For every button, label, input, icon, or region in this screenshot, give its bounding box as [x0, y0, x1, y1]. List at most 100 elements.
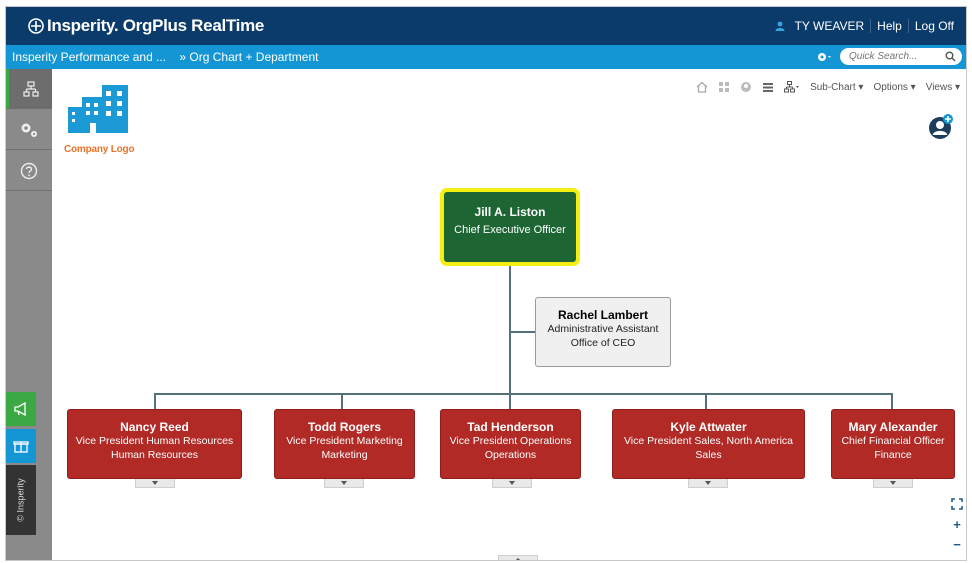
bottom-panel-toggle[interactable] [498, 555, 538, 560]
search-area [816, 48, 962, 65]
app-brand[interactable]: Insperity. OrgPlus RealTime [28, 16, 264, 36]
node-title: Chief Financial Officer [841, 435, 945, 447]
app-window: Insperity. OrgPlus RealTime TY WEAVER He… [5, 6, 967, 561]
list-icon [763, 83, 774, 92]
node-title: Vice President Sales, North America [623, 435, 794, 447]
megaphone-icon [14, 401, 26, 417]
org-node-cfo[interactable]: Mary Alexander Chief Financial Officer F… [831, 409, 955, 479]
node-name: Kyle Attwater [670, 420, 747, 434]
connector-vp-5 [891, 393, 893, 409]
user-link[interactable]: TY WEAVER [769, 19, 870, 33]
gears-icon [21, 123, 37, 137]
chart-toolbar: Sub-Chart ▾ Options ▾ Views ▾ [696, 81, 960, 93]
help-link[interactable]: Help [870, 19, 908, 33]
layout-dropdown[interactable] [784, 81, 800, 93]
photo-toggle-button[interactable] [740, 81, 752, 93]
person-circle-icon [741, 82, 752, 92]
hierarchy-icon [784, 81, 800, 93]
logoff-link[interactable]: Log Off [907, 19, 960, 33]
expand-arrow-icon [890, 481, 896, 485]
grid-icon [719, 82, 730, 92]
node-title: Administrative Assistant [547, 323, 659, 335]
collapse-arrow-icon [515, 557, 521, 560]
expand-button-hr[interactable] [135, 479, 175, 488]
node-department: Finance [874, 449, 912, 461]
gift-box-icon [13, 441, 29, 453]
expand-button-operations[interactable] [492, 479, 532, 488]
breadcrumb-item-2[interactable]: » Org Chart + Department [179, 50, 318, 64]
org-chart-canvas[interactable]: Company Logo Sub-Chart ▾ Options ▾ Views… [52, 69, 966, 560]
org-node-assistant[interactable]: Rachel Lambert Administrative Assistant … [535, 297, 671, 367]
connector-ceo-vertical [509, 266, 511, 394]
node-title: Vice President Marketing [286, 435, 403, 447]
company-logo: Company Logo [64, 81, 144, 155]
connector-vp-2 [341, 393, 343, 409]
zoom-out-button[interactable]: − [950, 537, 964, 552]
home-icon [696, 81, 708, 93]
node-department: Marketing [321, 449, 368, 461]
connector-assistant [511, 331, 535, 333]
node-name: Todd Rogers [307, 420, 382, 434]
insperity-tab-label: © Insperity [16, 478, 26, 522]
search-icon[interactable] [945, 51, 956, 62]
connector-vp-3 [509, 393, 511, 409]
add-person-icon[interactable] [928, 114, 954, 140]
insperity-tab[interactable]: © Insperity [6, 465, 36, 535]
company-logo-text: Company Logo [64, 144, 135, 155]
settings-dropdown-icon[interactable] [816, 50, 834, 64]
user-icon [775, 21, 785, 31]
help-circle-icon [20, 162, 38, 179]
node-department: Sales [695, 449, 722, 461]
user-menu: TY WEAVER Help Log Off [769, 19, 960, 33]
sidebar-settings[interactable] [6, 110, 52, 150]
node-name: Tad Henderson [467, 420, 554, 434]
search-box [840, 48, 962, 65]
buildings-logo-icon [68, 85, 128, 133]
node-department: Operations [484, 449, 537, 461]
home-button[interactable] [696, 81, 708, 93]
connector-horizontal [154, 393, 893, 395]
fit-button[interactable] [718, 81, 730, 93]
expand-button-marketing[interactable] [324, 479, 364, 488]
announcements-button[interactable] [6, 392, 36, 426]
expand-arrow-icon [152, 481, 158, 485]
subchart-dropdown[interactable]: Sub-Chart ▾ [810, 82, 863, 93]
gift-button[interactable] [6, 429, 36, 463]
org-node-vp-marketing[interactable]: Todd Rogers Vice President Marketing Mar… [274, 409, 415, 479]
fullscreen-button[interactable] [950, 497, 964, 511]
left-sidebar: © Insperity [6, 69, 52, 560]
expand-arrow-icon [341, 481, 347, 485]
node-title: Vice President Human Resources [75, 435, 234, 447]
zoom-controls: + − [950, 497, 964, 552]
sidebar-help[interactable] [6, 151, 52, 191]
node-name: Jill A. Liston [474, 205, 546, 219]
list-view-button[interactable] [762, 81, 774, 93]
connector-vp-4 [705, 393, 707, 409]
app-brand-text: Insperity. OrgPlus RealTime [47, 16, 265, 35]
org-node-vp-hr[interactable]: Nancy Reed Vice President Human Resource… [67, 409, 242, 479]
breadcrumb-bar: Insperity Performance and ... » Org Char… [6, 45, 966, 69]
fullscreen-icon [951, 498, 963, 510]
org-node-ceo[interactable]: Jill A. Liston Chief Executive Officer [440, 188, 580, 266]
expand-arrow-icon [705, 481, 711, 485]
zoom-in-button[interactable]: + [950, 517, 964, 532]
breadcrumb-item-1[interactable]: Insperity Performance and ... [12, 50, 166, 64]
options-dropdown[interactable]: Options ▾ [873, 82, 915, 93]
sidebar-org-chart[interactable] [6, 69, 52, 109]
node-name: Rachel Lambert [557, 308, 649, 322]
node-title: Vice President Operations [449, 435, 572, 447]
search-input[interactable] [840, 48, 940, 65]
insperity-logo-icon [28, 18, 44, 34]
breadcrumb: Insperity Performance and ... » Org Char… [12, 50, 328, 64]
org-node-vp-sales[interactable]: Kyle Attwater Vice President Sales, Nort… [612, 409, 805, 479]
node-department: Human Resources [111, 449, 198, 461]
views-dropdown[interactable]: Views ▾ [926, 82, 960, 93]
expand-button-sales[interactable] [688, 479, 728, 488]
expand-arrow-icon [509, 481, 515, 485]
org-node-vp-operations[interactable]: Tad Henderson Vice President Operations … [440, 409, 581, 479]
node-name: Nancy Reed [120, 420, 189, 434]
node-department: Office of CEO [570, 337, 636, 349]
node-title: Chief Executive Officer [454, 224, 566, 236]
expand-button-finance[interactable] [873, 479, 913, 488]
user-name: TY WEAVER [794, 19, 865, 33]
